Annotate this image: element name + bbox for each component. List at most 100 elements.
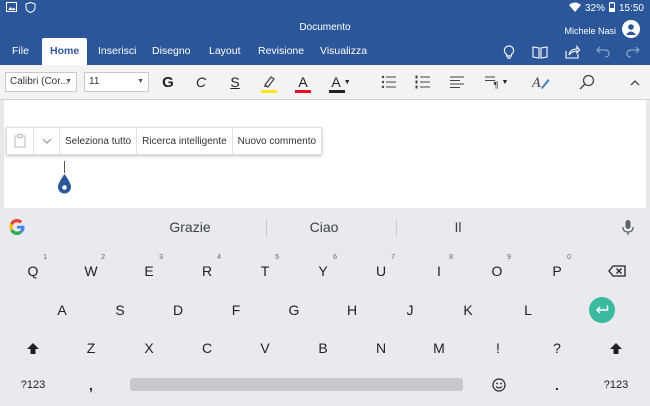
google-icon[interactable]: [8, 218, 26, 236]
key-j[interactable]: J: [390, 297, 430, 323]
tab-view[interactable]: Visualizza: [312, 38, 375, 65]
highlight-button[interactable]: [258, 71, 280, 93]
lightbulb-icon[interactable]: [500, 43, 518, 61]
status-bar: 32% 15:50: [0, 0, 650, 16]
key-label: P: [552, 263, 562, 279]
underline-button[interactable]: S: [224, 71, 246, 93]
key-hint: 7: [391, 254, 395, 261]
redo-icon[interactable]: [624, 43, 642, 61]
symbols-key[interactable]: ?123: [13, 372, 53, 398]
suggestion-2[interactable]: Ciao: [266, 219, 382, 235]
cursor-handle-icon[interactable]: [57, 174, 72, 194]
search-icon: [579, 74, 595, 90]
bold-button[interactable]: G: [157, 71, 179, 93]
bullets-button[interactable]: [378, 71, 400, 93]
share-icon[interactable]: [563, 43, 581, 61]
key-hint: 8: [449, 254, 453, 261]
undo-icon[interactable]: [594, 43, 612, 61]
key-y[interactable]: Y6: [303, 254, 343, 284]
tab-home[interactable]: Home: [42, 38, 88, 65]
key-d[interactable]: D: [158, 297, 198, 323]
key-c[interactable]: C: [187, 335, 227, 361]
document-title: Documento: [299, 22, 351, 33]
select-all-button[interactable]: Seleziona tutto: [59, 128, 136, 154]
key-e[interactable]: E3: [129, 254, 169, 284]
shift-key-right[interactable]: [596, 335, 636, 361]
emoji-icon: [492, 378, 506, 392]
smart-lookup-button[interactable]: Ricerca intelligente: [136, 128, 232, 154]
key-l[interactable]: L: [508, 297, 548, 323]
tab-insert[interactable]: Inserisci: [90, 38, 145, 65]
comma-key[interactable]: ,: [71, 372, 111, 398]
key-label: Q: [27, 263, 39, 279]
tab-file[interactable]: File: [4, 38, 37, 65]
key-r[interactable]: R4: [187, 254, 227, 284]
highlight-color-bar: [261, 90, 277, 93]
key-label: T: [260, 263, 270, 279]
ribbon-tabs: File Home Inserisci Disegno Layout Revis…: [0, 38, 650, 65]
key-m[interactable]: M: [419, 335, 459, 361]
key-a[interactable]: A: [42, 297, 82, 323]
svg-text:A: A: [532, 76, 541, 90]
key-w[interactable]: W2: [71, 254, 111, 284]
key-question[interactable]: ?: [537, 335, 577, 361]
key-k[interactable]: K: [448, 297, 488, 323]
key-s[interactable]: S: [100, 297, 140, 323]
tab-layout[interactable]: Layout: [201, 38, 249, 65]
paste-button[interactable]: [7, 128, 33, 154]
shift-key[interactable]: [13, 335, 53, 361]
key-label: I: [437, 263, 441, 279]
clock: 15:50: [618, 3, 644, 14]
key-v[interactable]: V: [245, 335, 285, 361]
font-color-button[interactable]: A: [292, 71, 314, 93]
key-t[interactable]: T5: [245, 254, 285, 284]
period-key[interactable]: .: [537, 372, 577, 398]
key-u[interactable]: U7: [361, 254, 401, 284]
tab-draw[interactable]: Disegno: [144, 38, 199, 65]
wifi-icon: [568, 2, 581, 15]
key-n[interactable]: N: [361, 335, 401, 361]
key-b[interactable]: B: [303, 335, 343, 361]
avatar[interactable]: [622, 20, 640, 38]
key-exclamation[interactable]: !: [478, 335, 518, 361]
tab-review[interactable]: Revisione: [250, 38, 312, 65]
backspace-key[interactable]: [597, 258, 637, 284]
font-color-bar: [295, 90, 311, 93]
read-mode-icon[interactable]: [531, 43, 549, 61]
font-size-dropdown[interactable]: 11 ▼: [84, 72, 149, 92]
suggestion-3[interactable]: Il: [398, 219, 518, 235]
styles-button[interactable]: A: [530, 71, 552, 93]
collapse-ribbon-button[interactable]: [624, 71, 646, 93]
context-menu: Seleziona tutto Ricerca intelligente Nuo…: [6, 127, 323, 155]
align-button[interactable]: [446, 71, 468, 93]
document-page[interactable]: Seleziona tutto Ricerca intelligente Nuo…: [4, 100, 646, 208]
key-p[interactable]: P0: [537, 254, 577, 284]
key-i[interactable]: I8: [419, 254, 459, 284]
enter-key[interactable]: [589, 297, 615, 323]
italic-button[interactable]: C: [190, 71, 212, 93]
text-effects-color-bar: [329, 90, 345, 93]
font-name-dropdown[interactable]: Calibri (Cor... ▼: [5, 72, 77, 92]
symbols-key-right[interactable]: ?123: [596, 372, 636, 398]
paragraph-button[interactable]: ¶ ▼: [480, 71, 512, 93]
suggestion-1[interactable]: Grazie: [130, 219, 250, 235]
on-screen-keyboard: Grazie Ciao Il Q1 W2 E3 R4 T5 Y6 U7 I8 O…: [0, 208, 650, 406]
key-h[interactable]: H: [332, 297, 372, 323]
user-name[interactable]: Michele Nasi: [564, 26, 616, 36]
emoji-key[interactable]: [479, 372, 519, 398]
new-comment-button[interactable]: Nuovo commento: [231, 128, 321, 154]
text-effects-button[interactable]: A ▼: [326, 71, 356, 93]
key-g[interactable]: G: [274, 297, 314, 323]
key-z[interactable]: Z: [71, 335, 111, 361]
key-hint: 6: [333, 254, 337, 261]
numbering-button[interactable]: [412, 71, 434, 93]
paste-options-button[interactable]: [33, 128, 59, 154]
key-x[interactable]: X: [129, 335, 169, 361]
key-f[interactable]: F: [216, 297, 256, 323]
key-o[interactable]: O9: [477, 254, 517, 284]
styles-pen-icon: A: [532, 76, 550, 90]
key-q[interactable]: Q1: [13, 254, 53, 284]
space-key[interactable]: [130, 378, 463, 391]
find-button[interactable]: [576, 71, 598, 93]
microphone-icon[interactable]: [620, 219, 636, 237]
